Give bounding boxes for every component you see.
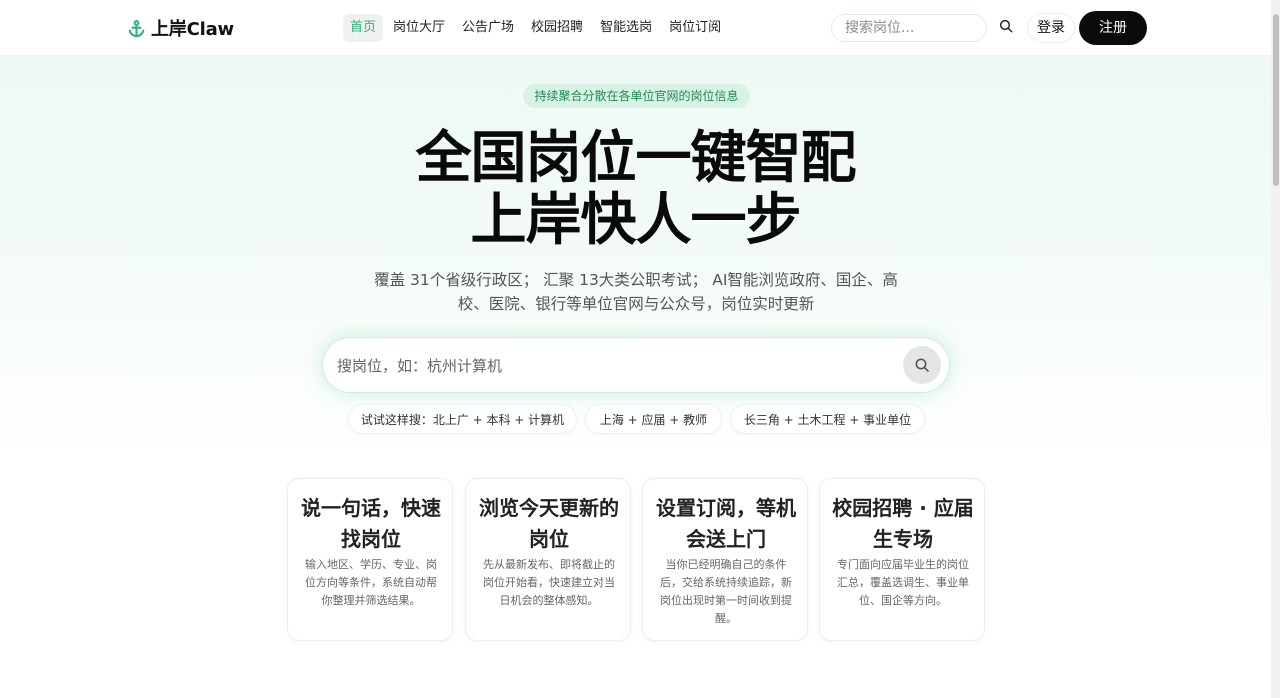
- brand-name: 上岸Claw: [151, 19, 234, 40]
- search-icon[interactable]: [998, 18, 1014, 34]
- header-search-input[interactable]: [831, 14, 987, 42]
- nav-item-campus-recruitment[interactable]: 校园招聘: [524, 14, 590, 42]
- feature-card-description: 先从最新发布、即将截止的岗位开始看，快速建立对当日机会的整体感知。: [483, 558, 615, 607]
- feature-card-description: 输入地区、学历、专业、岗位方向等条件，系统自动帮你整理并筛选结果。: [305, 558, 437, 607]
- hero-search-button[interactable]: [903, 346, 941, 384]
- top-header: 上岸Claw 首页 岗位大厅 公告广场 校园招聘 智能选岗 岗位订阅 登录 注册: [0, 0, 1271, 56]
- login-button[interactable]: 登录: [1027, 13, 1075, 43]
- feature-card-title: 校园招聘 · 应届生专场: [832, 496, 974, 551]
- feature-card-subscription[interactable]: 设置订阅，等机会送上门 当你已经明确自己的条件后，交给系统持续追踪，新岗位出现时…: [642, 478, 808, 641]
- nav-item-job-hall[interactable]: 岗位大厅: [386, 14, 452, 42]
- feature-card-quick-search[interactable]: 说一句话，快速找岗位 输入地区、学历、专业、岗位方向等条件，系统自动帮你整理并筛…: [287, 478, 453, 641]
- feature-card-title: 设置订阅，等机会送上门: [656, 496, 796, 551]
- hero-search-input[interactable]: [335, 346, 899, 386]
- brand-logo[interactable]: 上岸Claw: [127, 15, 234, 41]
- feature-card-title: 说一句话，快速找岗位: [301, 496, 441, 551]
- search-suggestion-chip[interactable]: 长三角 + 土木工程 + 事业单位: [730, 404, 925, 434]
- feature-card-campus-recruitment[interactable]: 校园招聘 · 应届生专场 专门面向应届毕业生的岗位汇总，覆盖选调生、事业单位、国…: [819, 478, 985, 641]
- search-icon: [915, 358, 929, 372]
- hero-tagline-badge: 持续聚合分散在各单位官网的岗位信息: [523, 84, 750, 108]
- hero-subtitle: 覆盖 31个省级行政区； 汇聚 13大类公职考试； AI智能浏览政府、国企、高校…: [374, 271, 898, 313]
- nav-item-job-subscription[interactable]: 岗位订阅: [662, 14, 728, 42]
- hero-search-box: [322, 337, 950, 393]
- hero-title-line-1: 全国岗位一键智配: [415, 126, 857, 191]
- page-scrollbar[interactable]: [1271, 0, 1280, 698]
- anchor-icon: [128, 19, 145, 37]
- main-nav: 首页 岗位大厅 公告广场 校园招聘 智能选岗 岗位订阅: [343, 14, 731, 42]
- nav-item-smart-selection[interactable]: 智能选岗: [593, 14, 659, 42]
- feature-card-today-updates[interactable]: 浏览今天更新的岗位 先从最新发布、即将截止的岗位开始看，快速建立对当日机会的整体…: [465, 478, 631, 641]
- register-button[interactable]: 注册: [1079, 11, 1147, 45]
- nav-item-announcements[interactable]: 公告广场: [455, 14, 521, 42]
- scrollbar-thumb[interactable]: [1273, 14, 1279, 186]
- search-suggestion-chip[interactable]: 试试这样搜：北上广 + 本科 + 计算机: [348, 404, 577, 434]
- search-suggestion-chip[interactable]: 上海 + 应届 + 教师: [585, 404, 722, 434]
- hero-title: 全国岗位一键智配 上岸快人一步: [0, 128, 1271, 252]
- feature-card-title: 浏览今天更新的岗位: [479, 496, 619, 551]
- feature-card-description: 当你已经明确自己的条件后，交给系统持续追踪，新岗位出现时第一时间收到提醒。: [660, 558, 792, 625]
- hero-title-line-2: 上岸快人一步: [470, 188, 802, 253]
- feature-card-description: 专门面向应届毕业生的岗位汇总，覆盖选调生、事业单位、国企等方向。: [837, 558, 969, 607]
- nav-item-home[interactable]: 首页: [343, 14, 384, 42]
